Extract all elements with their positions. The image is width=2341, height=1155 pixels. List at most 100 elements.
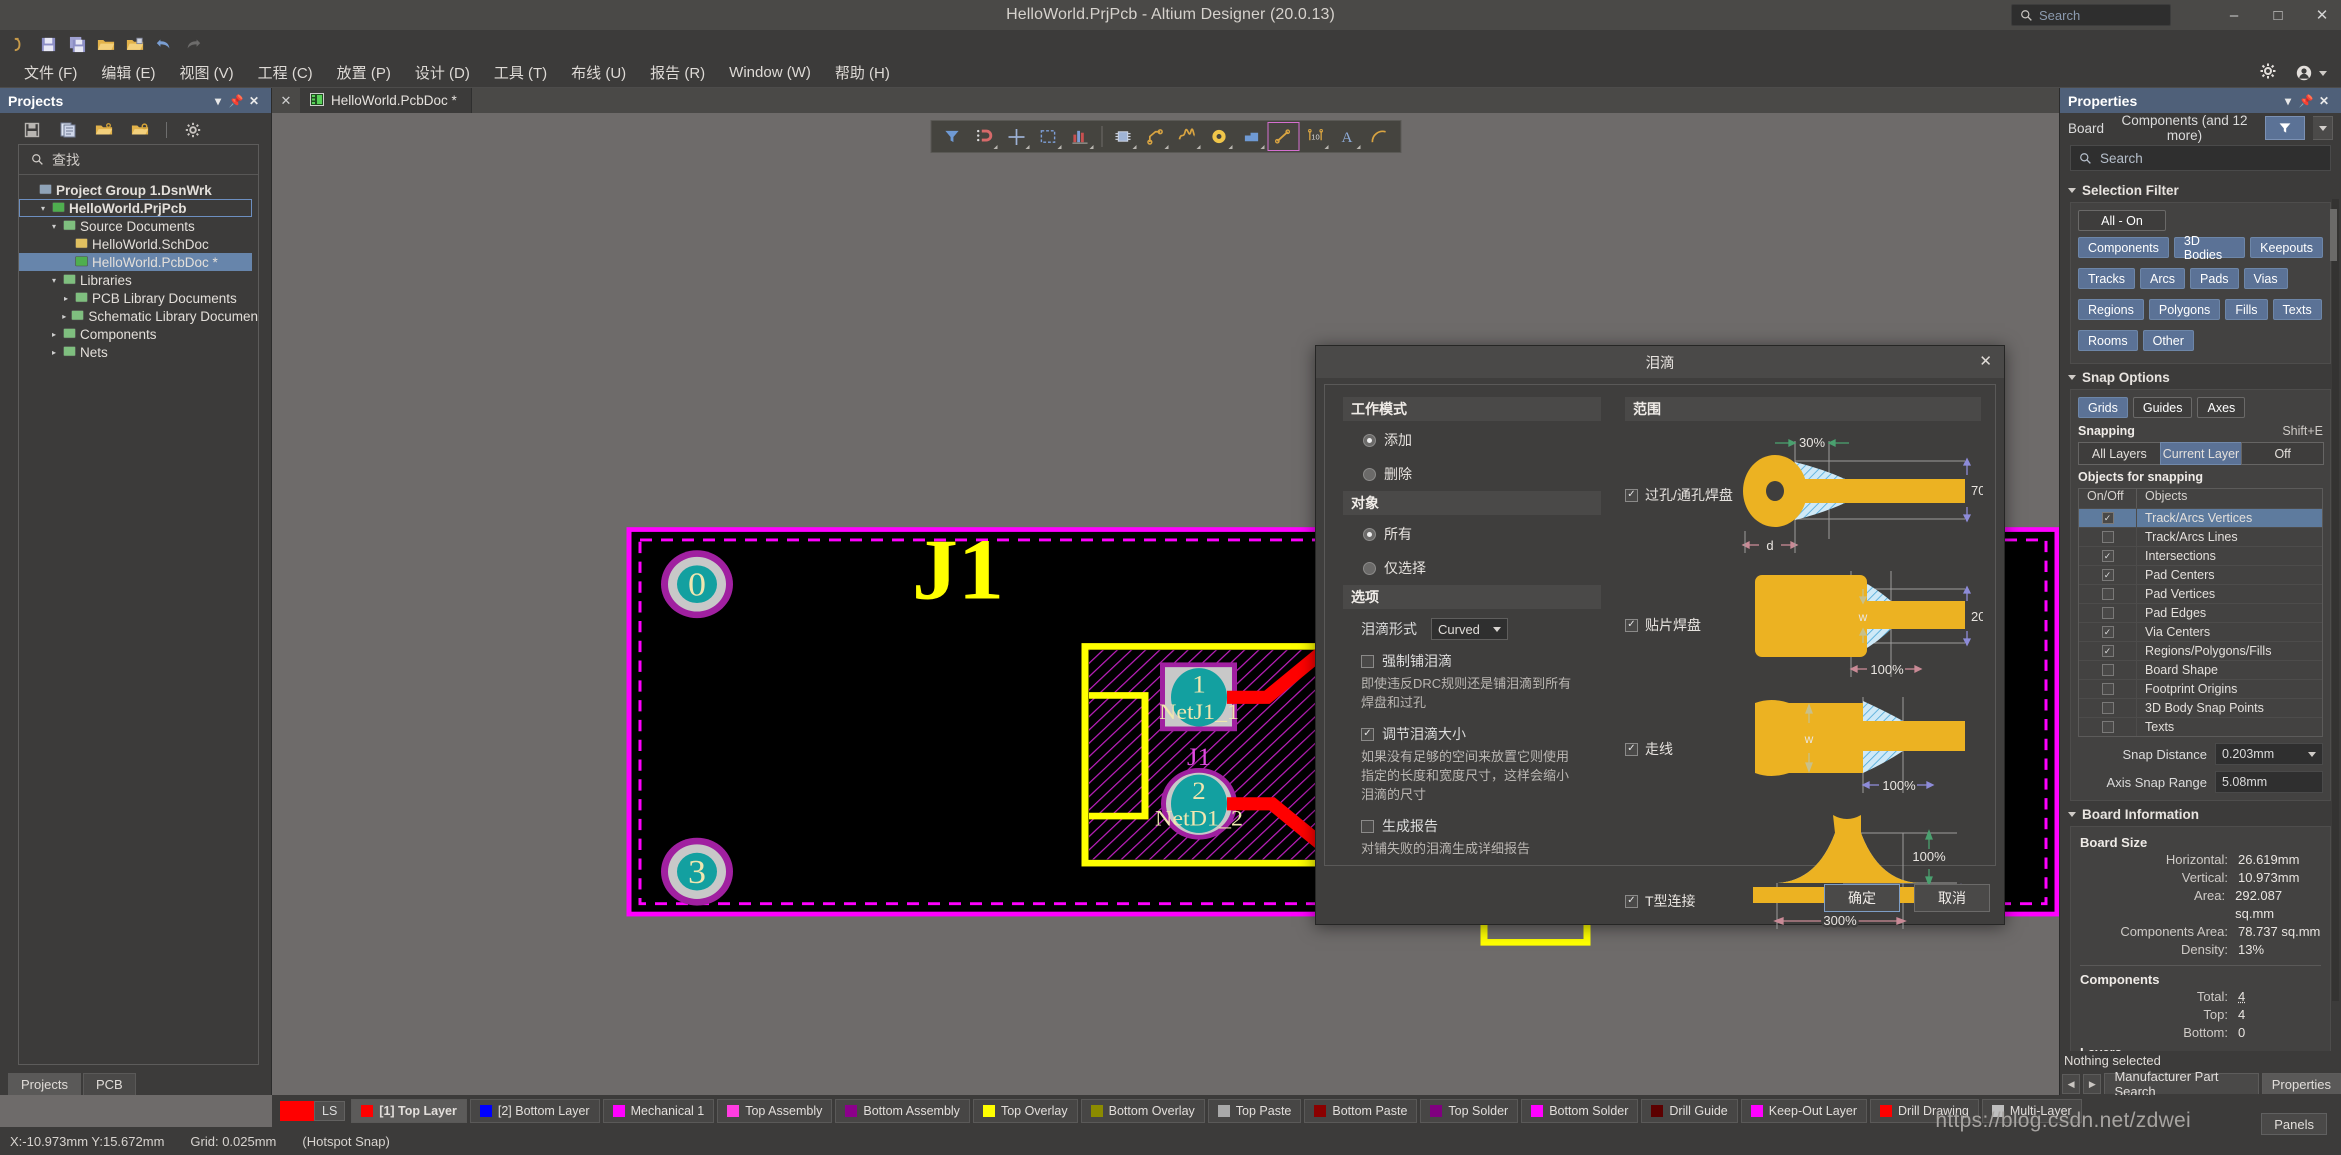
snap-mode-axes[interactable]: Axes [2197, 397, 2246, 418]
snap-object-toggle-cell[interactable] [2079, 642, 2137, 660]
tree-item-helloworld-prjpcb[interactable]: ▾ HelloWorld.PrjPcb [19, 199, 252, 217]
filter-chip-pads[interactable]: Pads [2190, 268, 2239, 289]
selection-filter-section-header[interactable]: Selection Filter [2060, 177, 2341, 202]
project-options-icon[interactable] [130, 120, 150, 140]
filter-chip-components[interactable]: Components [2078, 237, 2169, 258]
save-all-icon[interactable] [66, 33, 88, 55]
document-tab-helloworld-pcbdoc[interactable]: HelloWorld.PcbDoc * [300, 88, 472, 113]
undo-history-icon[interactable] [8, 33, 30, 55]
dropdown-caret-icon[interactable] [1132, 145, 1136, 149]
collapse-triangle-icon[interactable]: ▸ [49, 330, 59, 339]
snapping-option-off[interactable]: Off [2241, 442, 2325, 465]
work-mode-option-add[interactable]: 添加 [1343, 423, 1601, 457]
adjust-teardrop-size-checkbox[interactable]: 调节泪滴大小 [1343, 724, 1601, 744]
snapping-option-current-layer[interactable]: Current Layer [2159, 442, 2243, 465]
collapse-triangle-icon[interactable]: ▸ [49, 348, 59, 357]
minimize-button[interactable]: – [2225, 6, 2243, 24]
dropdown-caret-icon[interactable] [1025, 145, 1029, 149]
layer-tab-top-solder[interactable]: Top Solder [1420, 1099, 1519, 1123]
chevron-down-icon[interactable]: ▾ [209, 94, 227, 108]
filter-chip-tracks[interactable]: Tracks [2078, 268, 2136, 289]
layer-tab-drill-guide[interactable]: Drill Guide [1641, 1099, 1738, 1123]
layer-tab-top-assembly[interactable]: Top Assembly [717, 1099, 833, 1123]
layer-tab-2-bottom-layer[interactable]: [2] Bottom Layer [469, 1099, 600, 1123]
place-string-icon[interactable]: A [1332, 123, 1362, 150]
tree-item-components[interactable]: ▸ Components [19, 325, 258, 343]
work-mode-option-delete[interactable]: 删除 [1343, 457, 1601, 491]
snap-object-row[interactable]: Track/Arcs Lines [2079, 527, 2322, 546]
snap-object-toggle-cell[interactable] [2079, 623, 2137, 641]
close-document-button[interactable]: ✕ [272, 93, 300, 109]
snapping-option-all-layers[interactable]: All Layers [2078, 442, 2161, 465]
snap-object-toggle-cell[interactable] [2079, 718, 2137, 736]
dropdown-caret-icon[interactable] [1196, 145, 1200, 149]
maximize-button[interactable]: □ [2269, 6, 2287, 24]
filter-chip-3d-bodies[interactable]: 3D Bodies [2173, 234, 2246, 262]
scope-smd-checkbox[interactable]: 贴片焊盘 [1625, 615, 1701, 635]
checkbox-icon[interactable] [2101, 626, 2114, 638]
layer-tab-bottom-paste[interactable]: Bottom Paste [1304, 1099, 1418, 1123]
dropdown-caret-icon[interactable] [1057, 145, 1061, 149]
place-dimension-icon[interactable]: 10 [1300, 123, 1330, 150]
gear-icon[interactable] [2260, 63, 2276, 84]
gear-icon[interactable] [183, 120, 203, 140]
filter-chip-vias[interactable]: Vias [2243, 268, 2288, 289]
save-icon[interactable] [22, 120, 42, 140]
collapse-triangle-icon[interactable]: ▸ [61, 294, 71, 303]
open-project-icon[interactable] [124, 33, 146, 55]
ok-button[interactable]: 确定 [1824, 884, 1900, 912]
menu-item-project[interactable]: 工程 (C) [246, 59, 325, 86]
expand-triangle-icon[interactable]: ▾ [38, 204, 48, 213]
snap-object-row[interactable]: Pad Vertices [2079, 584, 2322, 603]
snap-object-row[interactable]: Footprint Origins [2079, 679, 2322, 698]
snap-object-row[interactable]: Texts [2079, 717, 2322, 736]
place-via-icon[interactable] [1204, 123, 1234, 150]
snap-mode-grids[interactable]: Grids [2078, 397, 2128, 418]
collapse-triangle-icon[interactable]: ▸ [61, 312, 67, 321]
undo-icon[interactable] [153, 33, 175, 55]
filter-icon[interactable] [937, 123, 967, 150]
layer-tab-1-top-layer[interactable]: [1] Top Layer [351, 1099, 467, 1123]
chevron-down-icon[interactable]: ▾ [2279, 94, 2297, 108]
object-option-selected-only[interactable]: 仅选择 [1343, 551, 1601, 585]
layer-tab-mechanical-1[interactable]: Mechanical 1 [602, 1099, 715, 1123]
global-search-input[interactable]: Search [2011, 4, 2171, 26]
snap-object-toggle-cell[interactable] [2079, 680, 2137, 698]
properties-scrollbar-track[interactable] [2330, 199, 2339, 1001]
filter-chip-other[interactable]: Other [2142, 330, 2194, 351]
interactive-length-tuning-icon[interactable] [1172, 123, 1202, 150]
generate-report-checkbox[interactable]: 生成报告 [1343, 816, 1601, 836]
checkbox-icon[interactable] [2101, 683, 2114, 695]
snap-options-section-header[interactable]: Snap Options [2060, 364, 2341, 389]
filter-chip-arcs[interactable]: Arcs [2140, 268, 2186, 289]
snap-object-toggle-cell[interactable] [2079, 509, 2137, 527]
checkbox-icon[interactable] [2101, 512, 2114, 524]
snap-object-toggle-cell[interactable] [2079, 604, 2137, 622]
user-account-icon[interactable] [2296, 65, 2327, 81]
snap-distance-dropdown[interactable]: 0.203mm [2215, 743, 2323, 765]
scope-via-checkbox[interactable]: 过孔/通孔焊盘 [1625, 485, 1733, 505]
panel-tab-pcb[interactable]: PCB [82, 1073, 136, 1095]
layer-tab-top-overlay[interactable]: Top Overlay [972, 1099, 1078, 1123]
crosshair-icon[interactable] [1001, 123, 1031, 150]
panel-tab-properties[interactable]: Properties [2261, 1073, 2341, 1094]
checkbox-icon[interactable] [2101, 588, 2114, 600]
layer-tab-bottom-solder[interactable]: Bottom Solder [1521, 1099, 1639, 1123]
snap-object-row[interactable]: Pad Centers [2079, 565, 2322, 584]
pin-icon[interactable]: 📌 [2297, 94, 2315, 108]
dropdown-caret-icon[interactable] [993, 145, 997, 149]
snap-object-toggle-cell[interactable] [2079, 528, 2137, 546]
expand-triangle-icon[interactable]: ▾ [49, 222, 59, 231]
expand-triangle-icon[interactable]: ▾ [49, 276, 59, 285]
properties-search-input[interactable]: Search [2070, 145, 2331, 171]
dropdown-caret-icon[interactable] [1260, 145, 1264, 149]
selection-filter-button[interactable] [2265, 116, 2305, 140]
filter-chip-texts[interactable]: Texts [2272, 299, 2322, 320]
save-icon[interactable] [37, 33, 59, 55]
filter-chip-regions[interactable]: Regions [2078, 299, 2144, 320]
checkbox-icon[interactable] [2101, 569, 2114, 581]
menu-item-window[interactable]: Window (W) [717, 61, 823, 84]
snap-object-row[interactable]: 3D Body Snap Points [2079, 698, 2322, 717]
pin-icon[interactable]: 📌 [227, 94, 245, 108]
close-icon[interactable]: ✕ [245, 94, 263, 108]
